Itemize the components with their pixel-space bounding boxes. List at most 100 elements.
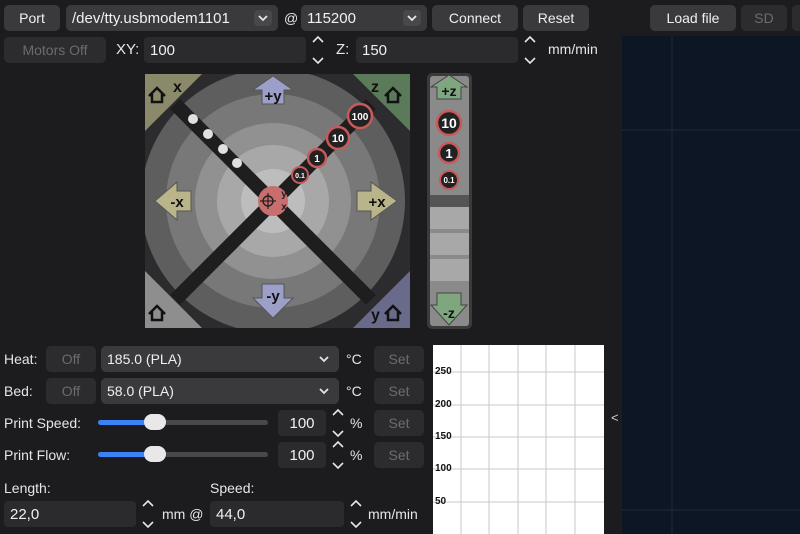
port-select[interactable]: /dev/tty.usbmodem1101 [66, 5, 278, 31]
print-flow-slider[interactable] [98, 446, 268, 462]
extrude-speed-label: Speed: [210, 480, 255, 496]
plus-z-label: +z [441, 83, 456, 99]
bed-off-label: Off [61, 383, 81, 399]
z-step-01-label: 0.1 [443, 176, 455, 185]
y-tick-label: 50 [435, 496, 447, 507]
overflow-button[interactable] [792, 5, 800, 31]
step-1-label: 1 [314, 154, 320, 165]
print-speed-slider-knob[interactable] [143, 414, 166, 430]
z-step-1-label: 1 [445, 146, 452, 161]
graph-grid [433, 345, 604, 534]
print-flow-stepper[interactable] [330, 440, 346, 470]
y-tick-label: 250 [435, 366, 452, 377]
xy-feed-input[interactable]: 100 [144, 37, 306, 63]
home-z-label: z [371, 79, 379, 96]
length-unit-label: mm @ [162, 506, 204, 522]
bed-set-label: Set [388, 383, 410, 399]
heat-set-label: Set [388, 351, 410, 367]
heat-select[interactable]: 185.0 (PLA) [101, 346, 339, 372]
print-flow-value: 100 [289, 446, 315, 464]
xy-feed-stepper[interactable] [310, 35, 326, 65]
length-stepper[interactable] [140, 499, 156, 529]
step-10-button[interactable]: 10 [325, 125, 351, 151]
print-flow-set-button[interactable]: Set [374, 442, 424, 468]
chevron-down-icon [524, 57, 536, 65]
z-step-10-button[interactable]: 10 [435, 109, 463, 137]
load-file-button-label: Load file [666, 10, 720, 26]
length-input[interactable]: 22,0 [4, 501, 136, 527]
connect-button[interactable]: Connect [432, 5, 518, 31]
z-feed-input[interactable]: 150 [356, 37, 518, 63]
y-tick-label: 200 [435, 399, 452, 410]
center-button[interactable]: y x [258, 186, 288, 216]
step-1-button[interactable]: 1 [306, 147, 328, 169]
connect-button-label: Connect [448, 10, 502, 26]
print-speed-set-button[interactable]: Set [374, 410, 424, 436]
print-preview[interactable] [622, 36, 800, 534]
chevron-up-icon [524, 35, 536, 43]
length-value: 22,0 [10, 505, 40, 523]
load-file-button[interactable]: Load file [650, 5, 736, 31]
step-01-button[interactable]: 0.1 [291, 166, 309, 184]
step-100-button[interactable]: 100 [346, 102, 374, 130]
extrude-speed-stepper[interactable] [348, 499, 364, 529]
chevron-up-icon [350, 499, 362, 507]
y-tick-label: 150 [435, 431, 452, 442]
chevron-down-icon [254, 10, 272, 26]
z-step-1-button[interactable]: 1 [437, 141, 461, 165]
bed-select-value: 58.0 (PLA) [107, 383, 174, 399]
temperature-graph: 250 200 150 100 50 [433, 345, 604, 534]
baud-select[interactable]: 115200 [301, 5, 427, 31]
heat-set-button[interactable]: Set [374, 346, 424, 372]
reset-button[interactable]: Reset [523, 5, 589, 31]
print-flow-set-label: Set [388, 447, 410, 463]
minus-y-label: -y [266, 288, 280, 305]
chevron-down-icon [350, 521, 362, 529]
extrude-speed-value: 44,0 [216, 505, 246, 523]
feed-unit-label: mm/min [548, 41, 598, 57]
bed-select[interactable]: 58.0 (PLA) [101, 378, 339, 404]
home-x-label: x [173, 79, 182, 96]
reset-button-label: Reset [537, 10, 575, 26]
extrude-speed-unit: mm/min [368, 506, 418, 522]
bed-set-button[interactable]: Set [374, 378, 424, 404]
z-feed-stepper[interactable] [522, 35, 538, 65]
z-step-10-label: 10 [441, 115, 457, 131]
print-flow-input[interactable]: 100 [278, 442, 326, 468]
center-y-label: y [281, 189, 287, 200]
y-tick-label: 100 [435, 463, 452, 474]
plus-y-label: +y [264, 88, 282, 105]
step-100-label: 100 [352, 112, 369, 123]
print-speed-input[interactable]: 100 [278, 410, 326, 436]
heat-select-value: 185.0 (PLA) [107, 351, 182, 367]
heat-label: Heat: [4, 351, 38, 367]
chevron-down-icon [315, 383, 333, 399]
chevron-up-icon [332, 408, 344, 416]
xy-jog-pad[interactable]: x z y +y -y -x +x 100 10 1 0.1 y x [145, 74, 410, 328]
port-button[interactable]: Port [4, 5, 60, 31]
z-label: Z: [336, 41, 350, 58]
minus-z-label: -z [443, 305, 455, 321]
chevron-down-icon [315, 351, 333, 367]
motors-off-label: Motors Off [22, 42, 88, 58]
chevron-up-icon [142, 499, 154, 507]
motors-off-button[interactable]: Motors Off [4, 37, 106, 63]
print-speed-stepper[interactable] [330, 408, 346, 438]
bed-label: Bed: [4, 383, 33, 399]
panel-divider[interactable] [606, 36, 622, 534]
chevron-down-icon [312, 57, 324, 65]
z-jog-column[interactable]: +z 10 1 0.1 -z [427, 73, 472, 329]
sd-button[interactable]: SD [741, 5, 787, 31]
chevron-down-icon [332, 462, 344, 470]
print-speed-slider[interactable] [98, 414, 268, 430]
collapse-panel-icon[interactable]: < [611, 410, 619, 425]
z-step-01-button[interactable]: 0.1 [439, 170, 459, 190]
print-flow-slider-knob[interactable] [143, 446, 166, 462]
print-speed-label: Print Speed: [4, 415, 82, 431]
bed-off-button[interactable]: Off [46, 378, 96, 404]
print-speed-set-label: Set [388, 415, 410, 431]
heat-off-button[interactable]: Off [46, 346, 96, 372]
z-feed-value: 150 [362, 41, 388, 59]
at-symbol: @ [284, 10, 299, 26]
extrude-speed-input[interactable]: 44,0 [210, 501, 344, 527]
